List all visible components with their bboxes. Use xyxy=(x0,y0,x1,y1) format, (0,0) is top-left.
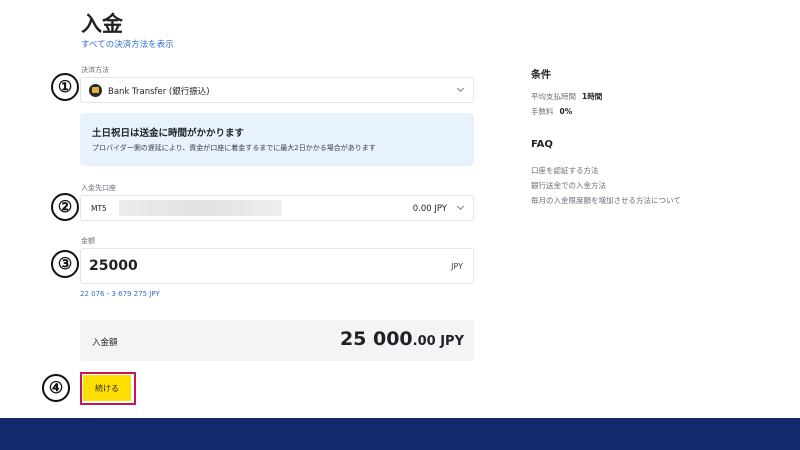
bank-icon xyxy=(89,84,102,97)
deposit-summary: 入金額 25 000.00 JPY xyxy=(80,320,474,361)
faq-link-verify-account[interactable]: 口座を認証する方法 xyxy=(531,165,599,176)
payment-method-label: 決済方法 xyxy=(81,66,109,74)
step-marker-3: ③ xyxy=(51,250,79,278)
payment-method-value: Bank Transfer (銀行振込) xyxy=(108,87,210,97)
conditions-heading: 条件 xyxy=(531,70,551,81)
processing-time-row: 平均支払時間 1時間 xyxy=(531,91,602,102)
chevron-down-icon xyxy=(456,84,465,93)
summary-amount: 25 000.00 JPY xyxy=(340,328,464,350)
deposit-account-select[interactable]: MT5 0.00 JPY xyxy=(80,195,474,221)
chevron-down-icon xyxy=(456,202,465,211)
account-type: MT5 xyxy=(91,204,107,213)
summary-amount-integer: 25 000 xyxy=(339,328,413,350)
continue-button[interactable]: 続ける xyxy=(83,375,131,401)
faq-link-bank-transfer[interactable]: 銀行送金での入金方法 xyxy=(531,180,606,191)
faq-heading: FAQ xyxy=(531,139,553,150)
amount-value[interactable]: 25000 xyxy=(89,258,138,274)
footer-band xyxy=(0,418,800,450)
notice-title: 土日祝日は送金に時間がかかります xyxy=(92,128,245,139)
page-title: 入金 xyxy=(81,12,123,36)
amount-currency: JPY xyxy=(451,262,463,271)
step-marker-4: ④ xyxy=(42,374,70,402)
amount-input[interactable]: 25000 JPY xyxy=(80,248,474,284)
step-marker-1: ① xyxy=(51,73,79,101)
step-marker-2: ② xyxy=(51,193,79,221)
processing-time-value: 1時間 xyxy=(582,92,603,101)
summary-amount-decimal: .00 xyxy=(412,334,436,349)
summary-currency: JPY xyxy=(435,334,464,349)
amount-range-hint: 22 076 - 3 679 275 JPY xyxy=(80,290,160,298)
weekend-notice: 土日祝日は送金に時間がかかります プロバイダー側の遅延により、資金が口座に着金す… xyxy=(80,113,474,166)
faq-link-increase-limit[interactable]: 毎月の入金限度額を増加させる方法について xyxy=(531,195,681,206)
all-payment-methods-link[interactable]: すべての決済方法を表示 xyxy=(81,38,174,50)
notice-body: プロバイダー側の遅延により、資金が口座に着金するまでに最大2日かかる場合がありま… xyxy=(92,144,376,152)
amount-label: 金額 xyxy=(81,237,95,245)
summary-label: 入金額 xyxy=(92,338,118,348)
processing-time-label: 平均支払時間 xyxy=(531,92,576,101)
fee-value: 0% xyxy=(559,107,573,116)
payment-method-select[interactable]: Bank Transfer (銀行振込) xyxy=(80,77,474,103)
account-number-redacted xyxy=(119,200,282,216)
fee-row: 手数料 0% xyxy=(531,106,572,117)
deposit-account-label: 入金先口座 xyxy=(81,184,116,192)
account-balance: 0.00 JPY xyxy=(412,204,447,214)
fee-label: 手数料 xyxy=(531,107,554,116)
